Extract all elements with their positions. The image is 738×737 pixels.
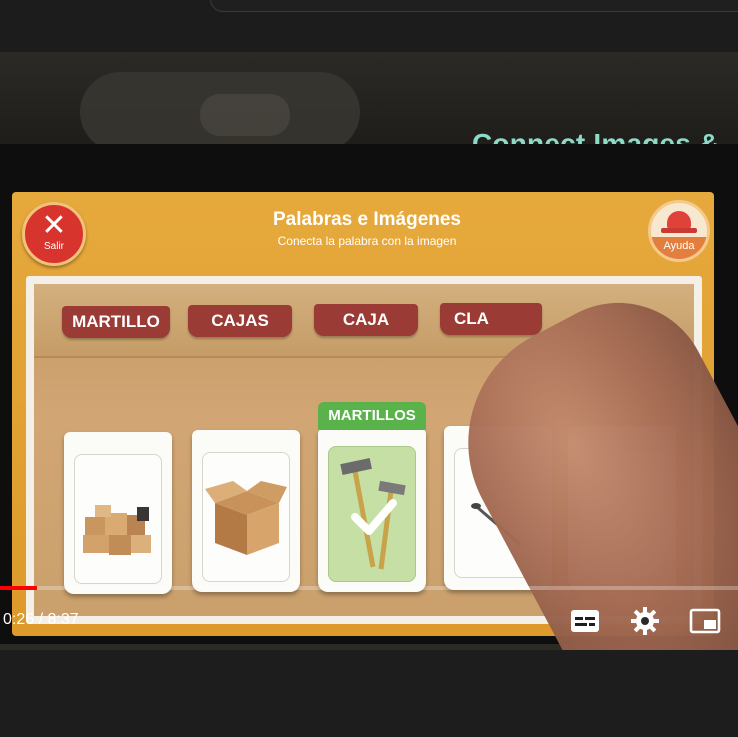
card-frame bbox=[328, 446, 416, 582]
card-frame bbox=[202, 452, 290, 582]
time-current: 0:26 bbox=[3, 611, 35, 628]
image-card[interactable] bbox=[64, 432, 172, 594]
miniplayer-button[interactable] bbox=[688, 604, 722, 638]
word-tag[interactable]: CAJA bbox=[314, 304, 418, 336]
settings-button[interactable] bbox=[628, 604, 662, 638]
page-bottom bbox=[0, 650, 738, 737]
time-total: 8:37 bbox=[47, 611, 79, 628]
miniplayer-icon bbox=[689, 608, 721, 634]
word-tag[interactable]: MARTILLO bbox=[62, 306, 170, 338]
open-box-icon bbox=[205, 481, 287, 555]
subtitles-icon bbox=[571, 610, 599, 632]
card-frame bbox=[74, 454, 162, 584]
background-object bbox=[200, 94, 290, 136]
time-separator: / bbox=[38, 611, 44, 628]
alarm-icon bbox=[661, 211, 697, 233]
top-strip bbox=[0, 0, 738, 52]
exit-button[interactable]: ✕ Salir bbox=[22, 202, 86, 266]
search-bar-edge[interactable] bbox=[210, 0, 738, 12]
exit-label: Salir bbox=[43, 241, 64, 252]
hammers-icon bbox=[340, 457, 406, 570]
help-label: Ayuda bbox=[651, 237, 707, 259]
image-card-selected[interactable]: MARTILLOS bbox=[318, 402, 426, 592]
card-tag: MARTILLOS bbox=[318, 402, 426, 430]
image-card[interactable] bbox=[192, 430, 300, 592]
progress-bar[interactable] bbox=[0, 586, 738, 590]
word-tag[interactable]: CAJAS bbox=[188, 305, 292, 337]
help-button[interactable]: Ayuda bbox=[648, 200, 710, 262]
video-player[interactable]: Connect Images & ✕ Salir Palabras e Imág… bbox=[0, 52, 738, 650]
stacked-boxes-icon bbox=[83, 505, 151, 555]
app-title: Palabras e Imágenes bbox=[273, 209, 461, 230]
progress-fill bbox=[0, 586, 38, 590]
close-icon: ✕ bbox=[41, 209, 67, 242]
word-tag[interactable]: CLA bbox=[440, 303, 542, 335]
time-display: 0:26 / 8:37 bbox=[3, 610, 79, 630]
subtitles-button[interactable] bbox=[568, 604, 602, 638]
app-subtitle: Conecta la palabra con la imagen bbox=[277, 234, 457, 248]
settings-gear-icon bbox=[631, 607, 659, 635]
